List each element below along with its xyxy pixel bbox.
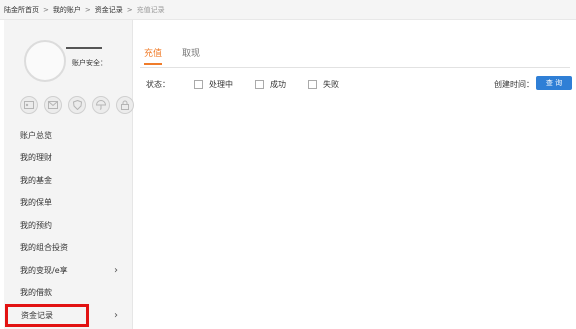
account-security-label: 账户安全： <box>72 59 107 67</box>
tabs-divider <box>140 67 570 68</box>
filter-processing[interactable]: 处理中 <box>194 79 233 90</box>
sidebar-item-fund-records-row: 资金记录 › <box>4 304 132 327</box>
checkbox-failed[interactable] <box>308 80 317 89</box>
query-button[interactable]: 查 询 <box>536 76 572 90</box>
sidebar-item-overview[interactable]: 账户总览 <box>4 124 132 147</box>
main-content: 充值 取现 状态： 处理中 成功 失败 创建时间： 查 询 <box>134 20 576 329</box>
breadcrumb: 陆金所首页 > 我的账户 > 资金记录 > 充值记录 <box>0 0 576 20</box>
breadcrumb-separator: > <box>126 5 133 14</box>
sidebar-item-label: 我的预约 <box>20 220 52 230</box>
filter-option-label: 处理中 <box>209 80 233 89</box>
status-filters: 状态： 处理中 成功 失败 <box>146 79 361 90</box>
avatar[interactable] <box>24 40 66 82</box>
sidebar-item-fund-records[interactable]: 资金记录 <box>5 304 89 327</box>
status-label: 状态： <box>146 80 170 89</box>
tab-recharge[interactable]: 充值 <box>144 46 163 65</box>
filter-option-label: 成功 <box>270 80 286 89</box>
breadcrumb-separator: > <box>84 5 91 14</box>
sidebar-item-policies[interactable]: 我的保单 <box>4 192 132 215</box>
mail-icon[interactable] <box>44 96 62 114</box>
sidebar: 账户安全： 账户总览 我的理财 我的基金 我的保单 我的预约 我的组合投资 我的… <box>4 20 134 329</box>
created-time-label: 创建时间： <box>494 80 534 89</box>
sidebar-item-wealth[interactable]: 我的理财 <box>4 147 132 170</box>
sidebar-item-loans[interactable]: 我的借款 <box>4 282 132 305</box>
umbrella-icon[interactable] <box>92 96 110 114</box>
breadcrumb-account[interactable]: 我的账户 <box>53 5 81 15</box>
tab-withdraw[interactable]: 取现 <box>182 46 200 65</box>
sidebar-item-label: 账户总览 <box>20 130 52 140</box>
shield-icon[interactable] <box>68 96 86 114</box>
chevron-right-icon: › <box>114 264 118 276</box>
chevron-right-icon[interactable]: › <box>114 310 118 321</box>
sidebar-item-liquidation[interactable]: 我的变现/e享 › <box>4 259 132 282</box>
filter-option-label: 失败 <box>323 80 339 89</box>
checkbox-success[interactable] <box>255 80 264 89</box>
id-card-icon[interactable] <box>20 96 38 114</box>
breadcrumb-home[interactable]: 陆金所首页 <box>4 5 39 15</box>
record-tabs: 充值 取现 <box>144 46 200 65</box>
username-redacted <box>66 47 102 49</box>
sidebar-item-label: 我的理财 <box>20 153 52 163</box>
breadcrumb-separator: > <box>43 5 49 14</box>
sidebar-item-label: 我的基金 <box>20 175 52 185</box>
sidebar-item-label: 我的组合投资 <box>20 243 68 253</box>
sidebar-menu: 账户总览 我的理财 我的基金 我的保单 我的预约 我的组合投资 我的变现/e享 … <box>4 124 132 327</box>
filter-success[interactable]: 成功 <box>255 79 286 90</box>
verification-badges <box>20 96 134 114</box>
sidebar-item-label: 我的保单 <box>20 198 52 208</box>
sidebar-item-portfolio[interactable]: 我的组合投资 <box>4 237 132 260</box>
filter-failed[interactable]: 失败 <box>308 79 339 90</box>
checkbox-processing[interactable] <box>194 80 203 89</box>
sidebar-item-funds[interactable]: 我的基金 <box>4 169 132 192</box>
sidebar-item-label: 我的借款 <box>20 288 52 298</box>
lock-icon[interactable] <box>116 96 134 114</box>
sidebar-item-label: 资金记录 <box>21 310 53 320</box>
sidebar-item-reservations[interactable]: 我的预约 <box>4 214 132 237</box>
breadcrumb-current: 充值记录 <box>136 5 165 14</box>
breadcrumb-fund-records[interactable]: 资金记录 <box>95 5 123 15</box>
sidebar-item-label: 我的变现/e享 <box>20 265 68 275</box>
